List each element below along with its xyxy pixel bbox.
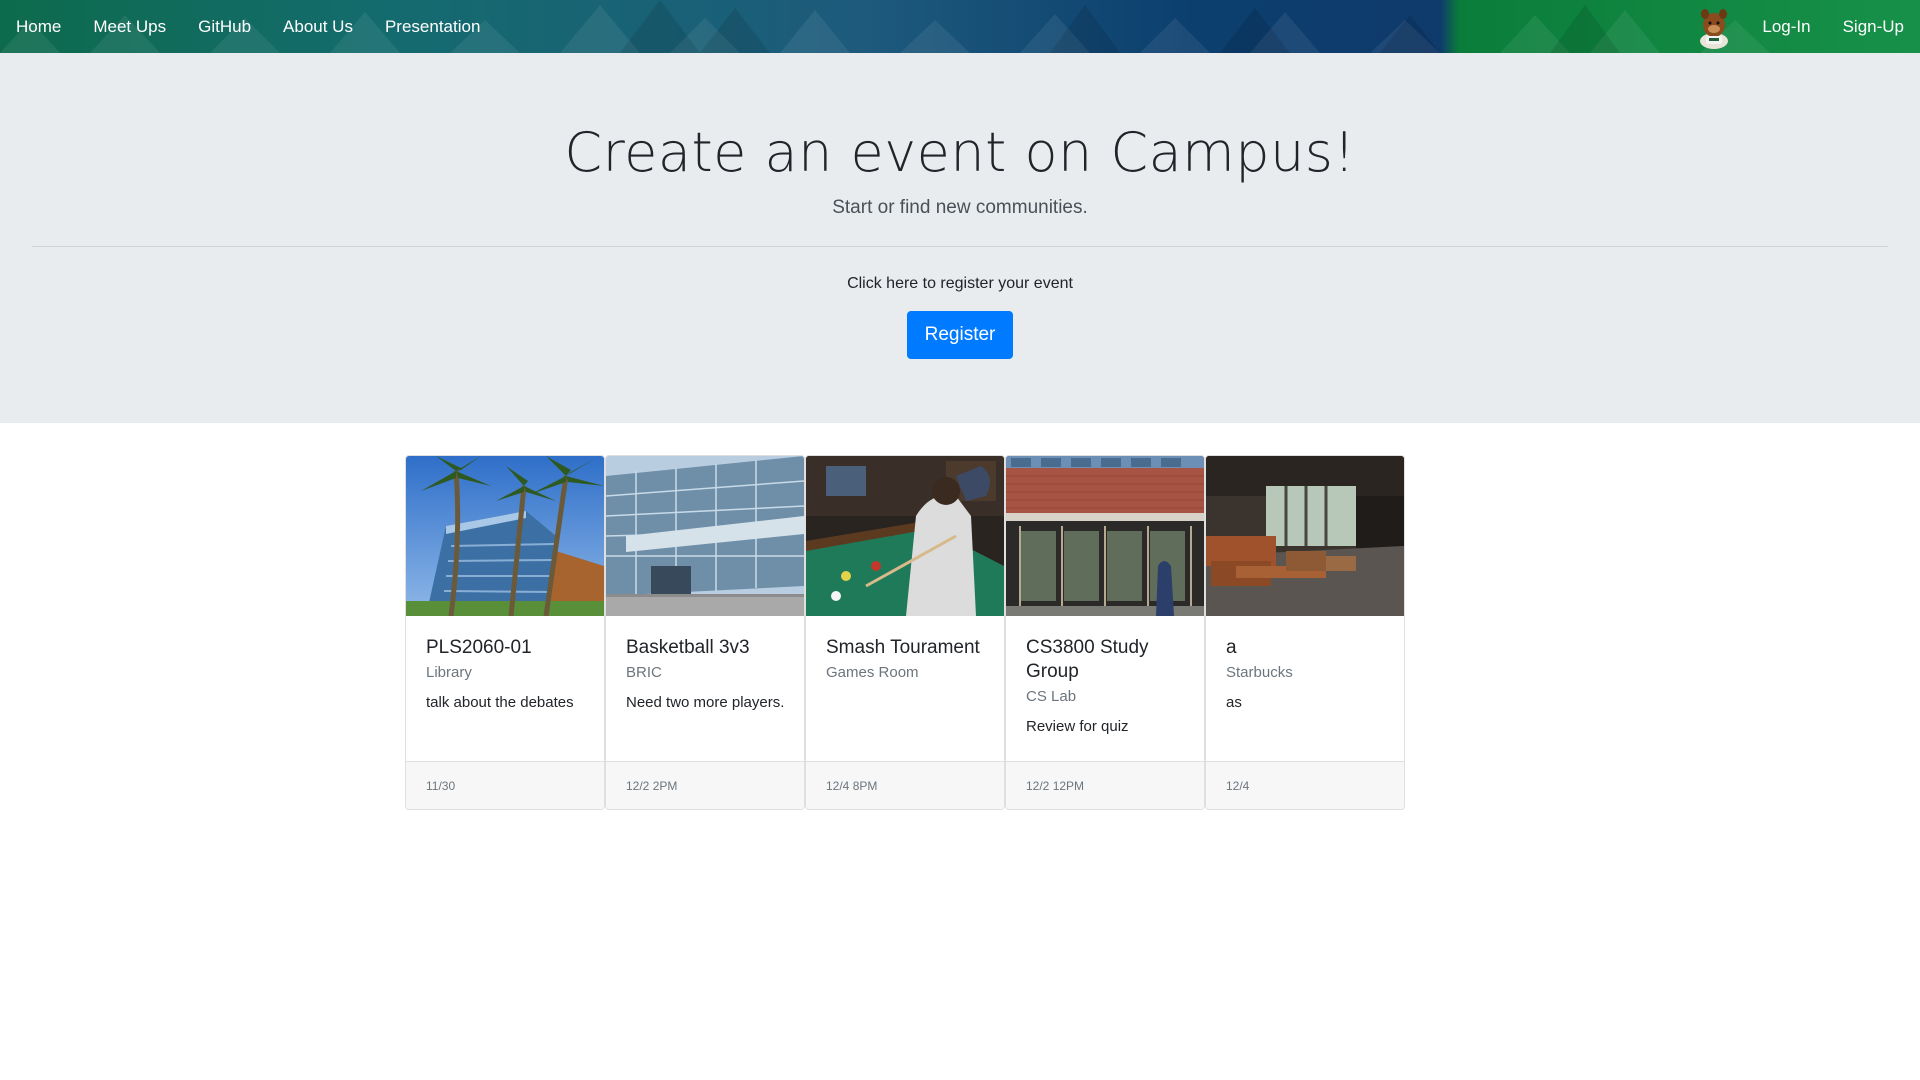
card-body: PLS2060-01 Library talk about the debate… <box>426 636 591 715</box>
nav-meetups-link[interactable]: Meet Ups <box>77 0 182 53</box>
card-body: CS3800 Study Group CS Lab Review for qui… <box>1026 636 1191 739</box>
card-description: as <box>1226 694 1242 711</box>
card-body: a Starbucks as <box>1226 636 1391 715</box>
hero-divider <box>32 246 1888 247</box>
cafe-interior-photo <box>1206 456 1404 616</box>
pool-table-photo <box>806 456 1004 616</box>
event-card[interactable]: Basketball 3v3 BRIC Need two more player… <box>605 455 805 810</box>
nav-left-group: Home Meet Ups GitHub About Us Presentati… <box>0 0 496 53</box>
card-location: Games Room <box>826 664 919 681</box>
nav-signup-link[interactable]: Sign-Up <box>1827 0 1920 53</box>
card-location: Library <box>426 664 472 681</box>
nav-github-link[interactable]: GitHub <box>182 0 267 53</box>
card-footer-date: 12/2 2PM <box>606 761 804 809</box>
nav-login-link[interactable]: Log-In <box>1746 0 1826 53</box>
card-body: Basketball 3v3 BRIC Need two more player… <box>626 636 791 715</box>
nav-presentation-link[interactable]: Presentation <box>369 0 496 53</box>
card-location: BRIC <box>626 664 662 681</box>
college-of-science-entrance-photo <box>1006 456 1204 616</box>
glass-building-photo <box>606 456 804 616</box>
event-card[interactable]: Smash Tourament Games Room 12/4 8PM <box>805 455 1005 810</box>
event-card[interactable]: CS3800 Study Group CS Lab Review for qui… <box>1005 455 1205 810</box>
card-description: Review for quiz <box>1026 718 1129 735</box>
hero-jumbotron: Create an event on Campus! Start or find… <box>0 53 1920 423</box>
card-title: Basketball 3v3 <box>626 637 750 658</box>
card-description: Need two more players. <box>626 694 785 711</box>
card-location: CS Lab <box>1026 688 1077 705</box>
mascot-logo-icon <box>1700 8 1729 49</box>
event-card-deck: PLS2060-01 Library talk about the debate… <box>405 455 1405 810</box>
event-card[interactable]: a Starbucks as 12/4 <box>1205 455 1405 810</box>
card-footer-date: 12/4 <box>1206 761 1404 809</box>
event-card[interactable]: PLS2060-01 Library talk about the debate… <box>405 455 605 810</box>
nav-home-link[interactable]: Home <box>0 0 77 53</box>
card-title: a <box>1226 637 1237 658</box>
nav-about-link[interactable]: About Us <box>267 0 369 53</box>
hero-title: Create an event on Campus! <box>564 121 1356 184</box>
card-footer-date: 11/30 <box>406 761 604 809</box>
top-navbar: Home Meet Ups GitHub About Us Presentati… <box>0 0 1920 53</box>
register-note: Click here to register your event <box>847 275 1073 292</box>
card-title: CS3800 Study Group <box>1026 637 1149 682</box>
card-footer-date: 12/2 12PM <box>1006 761 1204 809</box>
card-title: Smash Tourament <box>826 637 980 658</box>
card-location: Starbucks <box>1226 664 1293 681</box>
card-title: PLS2060-01 <box>426 637 532 658</box>
card-description: talk about the debates <box>426 694 574 711</box>
hero-subtitle: Start or find new communities. <box>832 197 1088 218</box>
register-button[interactable]: Register <box>907 311 1013 359</box>
nav-right-group: Log-In Sign-Up <box>1694 0 1920 53</box>
card-footer-date: 12/4 8PM <box>806 761 1004 809</box>
card-body: Smash Tourament Games Room <box>826 636 991 691</box>
palm-trees-building-photo <box>406 456 604 616</box>
